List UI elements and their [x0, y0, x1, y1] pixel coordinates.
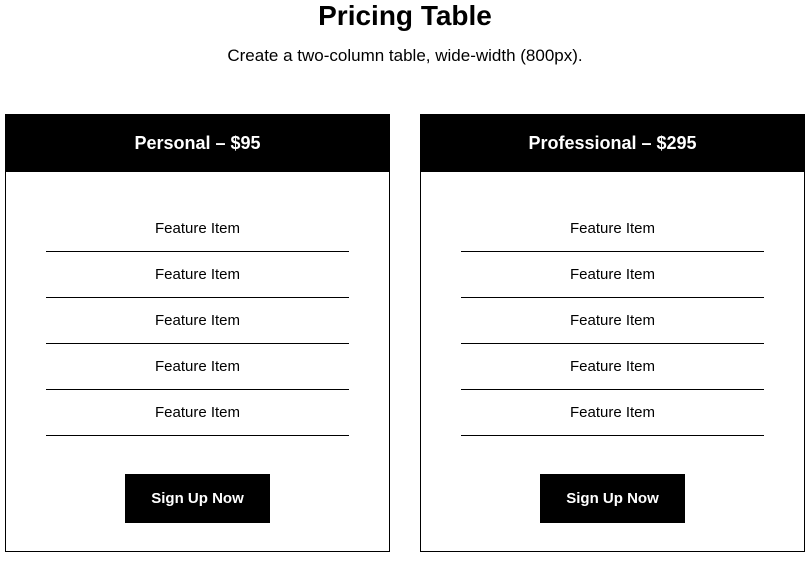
features-list-personal: Feature Item Feature Item Feature Item F…: [6, 172, 389, 454]
plan-header-personal: Personal – $95: [6, 115, 389, 172]
feature-item: Feature Item: [46, 252, 349, 298]
cta-wrap-professional: Sign Up Now: [421, 474, 804, 523]
feature-item: Feature Item: [46, 390, 349, 436]
feature-item: Feature Item: [461, 344, 764, 390]
page-subtitle: Create a two-column table, wide-width (8…: [0, 46, 810, 66]
signup-button-personal[interactable]: Sign Up Now: [125, 474, 270, 523]
feature-item: Feature Item: [46, 206, 349, 252]
pricing-card-professional: Professional – $295 Feature Item Feature…: [420, 114, 805, 552]
plan-header-professional: Professional – $295: [421, 115, 804, 172]
page-header: Pricing Table Create a two-column table,…: [0, 0, 810, 66]
pricing-table: Personal – $95 Feature Item Feature Item…: [0, 114, 810, 552]
feature-item: Feature Item: [46, 344, 349, 390]
features-list-professional: Feature Item Feature Item Feature Item F…: [421, 172, 804, 454]
signup-button-professional[interactable]: Sign Up Now: [540, 474, 685, 523]
feature-item: Feature Item: [461, 298, 764, 344]
feature-item: Feature Item: [46, 298, 349, 344]
pricing-card-personal: Personal – $95 Feature Item Feature Item…: [5, 114, 390, 552]
feature-item: Feature Item: [461, 390, 764, 436]
feature-item: Feature Item: [461, 206, 764, 252]
page-title: Pricing Table: [0, 0, 810, 32]
cta-wrap-personal: Sign Up Now: [6, 474, 389, 523]
feature-item: Feature Item: [461, 252, 764, 298]
